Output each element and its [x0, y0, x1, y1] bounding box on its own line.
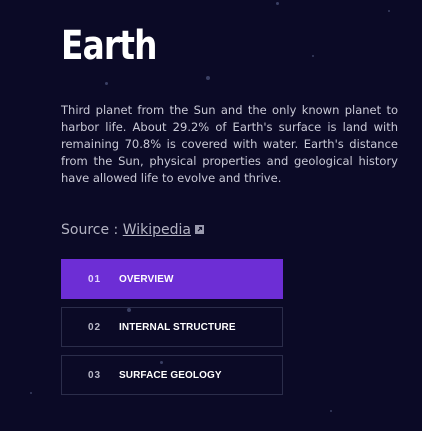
planet-description: Third planet from the Sun and the only k… [61, 103, 398, 185]
source-line: Source : Wikipedia [61, 220, 204, 240]
planet-tabs: 01 OVERVIEW 02 INTERNAL STRUCTURE 03 SUR… [61, 259, 283, 403]
tab-internal-structure[interactable]: 02 INTERNAL STRUCTURE [61, 307, 283, 347]
external-link-icon[interactable] [195, 225, 204, 234]
star-dot [105, 82, 108, 85]
star-dot [312, 55, 314, 57]
source-label: Source : [61, 222, 119, 238]
tab-overview[interactable]: 01 OVERVIEW [61, 259, 283, 299]
star-dot [388, 10, 390, 12]
tab-number: 02 [88, 321, 102, 333]
tab-number: 01 [88, 273, 102, 285]
tab-label: SURFACE GEOLOGY [119, 369, 222, 381]
star-dot [30, 392, 32, 394]
tab-surface-geology[interactable]: 03 SURFACE GEOLOGY [61, 355, 283, 395]
star-dot [206, 76, 210, 80]
tab-number: 03 [88, 369, 102, 381]
planet-title: Earth [61, 23, 157, 69]
tab-label: OVERVIEW [119, 273, 174, 285]
tab-label: INTERNAL STRUCTURE [119, 321, 236, 333]
star-dot [276, 2, 279, 5]
star-dot [330, 410, 332, 412]
source-link[interactable]: Wikipedia [123, 222, 191, 238]
